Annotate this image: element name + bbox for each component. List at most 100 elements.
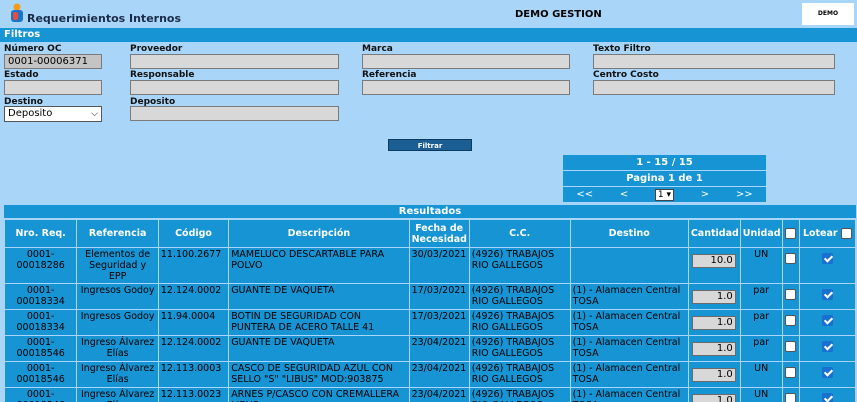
- table-row[interactable]: 0001-00018546 Ingreso Álvarez Elías 12.124…: [5, 336, 855, 361]
- select-all-checkbox[interactable]: [785, 228, 797, 239]
- table-row[interactable]: 0001-00018546Ingreso Álvarez Elías12.113…: [5, 388, 855, 402]
- cell-nro-req: 0001-00018286: [5, 248, 77, 283]
- cell-cantidad: 10.0: [688, 248, 740, 283]
- cell-descripcion: CASCO DE SEGURIDAD AZUL CON SELLO "S" "L…: [229, 362, 409, 387]
- marca-label: Marca: [362, 44, 393, 54]
- cell-select: [782, 336, 799, 361]
- destino-select[interactable]: Deposito ⌵: [4, 106, 102, 122]
- cell-fecha: 23/04/2021: [409, 336, 469, 361]
- centro-costo-input[interactable]: [593, 80, 835, 95]
- app-logo-icon: [11, 3, 23, 22]
- row-select-checkbox[interactable]: [785, 341, 797, 352]
- lotear-checkbox[interactable]: [821, 393, 833, 402]
- col-codigo[interactable]: Código: [158, 220, 229, 247]
- cell-codigo: 12.113.0003: [158, 362, 229, 387]
- cell-referencia: Ingreso Álvarez Elías: [77, 362, 158, 387]
- cell-referencia: Ingresos Godoy: [77, 284, 158, 309]
- results-header: Resultados: [4, 205, 856, 218]
- texto-filtro-input[interactable]: [593, 54, 835, 69]
- estado-input[interactable]: [4, 80, 102, 95]
- cell-cantidad: 1.0: [688, 388, 740, 402]
- cell-nro-req: 0001-00018546: [5, 388, 77, 402]
- prev-page-button[interactable]: <: [620, 187, 628, 202]
- row-select-checkbox[interactable]: [785, 315, 797, 326]
- results-table: Nro. Req. Referencia Código Descripción …: [4, 219, 856, 402]
- table-row[interactable]: 0001-00018546Ingreso Álvarez Elías12.113…: [5, 362, 855, 387]
- cantidad-input[interactable]: 10.0: [691, 254, 736, 268]
- company-logo: DEMO GESTION: [802, 3, 854, 39]
- cell-cc: (4926) TRABAJOS RIO GALLEGOS: [469, 362, 570, 387]
- cell-lotear: [799, 362, 855, 387]
- cell-lotear: [799, 388, 855, 402]
- proveedor-input[interactable]: [130, 54, 339, 69]
- col-cc[interactable]: C.C.: [469, 220, 570, 247]
- filtrar-button[interactable]: Filtrar: [388, 139, 472, 151]
- col-lotear-label: Lotear: [802, 228, 838, 239]
- next-page-button[interactable]: >: [701, 187, 709, 202]
- col-nro-req[interactable]: Nro. Req.: [5, 220, 77, 247]
- cell-nro-req: 0001-00018334: [5, 310, 77, 335]
- table-row[interactable]: 0001-00018286 Elementos de Seguridad y EP…: [5, 248, 855, 283]
- lotear-all-checkbox[interactable]: [840, 228, 852, 239]
- cell-select: [782, 362, 799, 387]
- col-fecha-necesidad[interactable]: Fecha de Necesidad: [409, 220, 469, 247]
- cell-cantidad: 1.0: [688, 336, 740, 361]
- deposito-input[interactable]: [130, 106, 339, 121]
- pagination-nav: << < 1 ▾ > >>: [563, 187, 766, 202]
- cell-destino: (1) - Alamacen Central TOSA: [570, 336, 688, 361]
- cantidad-input[interactable]: 1.0: [691, 316, 736, 330]
- referencia-input[interactable]: [362, 80, 570, 95]
- cell-unidad: UN: [740, 362, 782, 387]
- estado-label: Estado: [4, 70, 39, 80]
- col-unidad[interactable]: Unidad: [740, 220, 782, 247]
- cell-lotear: [799, 336, 855, 361]
- cell-nro-req: 0001-00018546: [5, 336, 77, 361]
- cell-fecha: 17/03/2021: [409, 310, 469, 335]
- col-referencia[interactable]: Referencia: [77, 220, 158, 247]
- col-destino[interactable]: Destino: [570, 220, 688, 247]
- col-cantidad[interactable]: Cantidad: [688, 220, 740, 247]
- page-select[interactable]: 1 ▾: [654, 188, 675, 201]
- cell-destino: (1) - Alamacen Central TOSA: [570, 284, 688, 309]
- row-select-checkbox[interactable]: [785, 393, 797, 402]
- last-page-button[interactable]: >>: [736, 187, 753, 202]
- lotear-checkbox[interactable]: [821, 315, 833, 326]
- responsable-input[interactable]: [130, 80, 339, 95]
- pagination: 1 - 15 / 15 Pagina 1 de 1 << < 1 ▾ > >>: [563, 155, 766, 203]
- lotear-checkbox[interactable]: [821, 289, 833, 300]
- results-header-row: Nro. Req. Referencia Código Descripción …: [5, 220, 855, 247]
- cantidad-input[interactable]: 1.0: [691, 342, 736, 356]
- table-row[interactable]: 0001-00018334 Ingresos Godoy 11.94.0004 BOT…: [5, 310, 855, 335]
- table-row[interactable]: 0001-00018334 Ingresos Godoy 12.124.0002 GU…: [5, 284, 855, 309]
- numero-oc-input[interactable]: 0001-00006371: [4, 54, 102, 69]
- cell-unidad: par: [740, 310, 782, 335]
- numero-oc-label: Número OC: [4, 44, 62, 54]
- cell-unidad: UN: [740, 388, 782, 402]
- cell-cantidad: 1.0: [688, 362, 740, 387]
- pagination-page-label: Pagina 1 de 1: [563, 171, 766, 186]
- row-select-checkbox[interactable]: [785, 367, 797, 378]
- cell-referencia: Elementos de Seguridad y EPP: [77, 248, 158, 283]
- cell-cc: (4926) TRABAJOS RIO GALLEGOS: [469, 284, 570, 309]
- first-page-button[interactable]: <<: [576, 187, 593, 202]
- cell-select: [782, 388, 799, 402]
- cell-unidad: par: [740, 284, 782, 309]
- col-descripcion[interactable]: Descripción: [229, 220, 409, 247]
- cell-cc: (4926) TRABAJOS RIO GALLEGOS: [469, 336, 570, 361]
- lotear-checkbox[interactable]: [821, 341, 833, 352]
- lotear-checkbox[interactable]: [821, 253, 833, 264]
- row-select-checkbox[interactable]: [785, 253, 797, 264]
- cell-destino: [570, 248, 688, 283]
- cell-lotear: [799, 310, 855, 335]
- cell-codigo: 12.124.0002: [158, 336, 229, 361]
- cell-codigo: 12.113.0023: [158, 388, 229, 402]
- cantidad-input[interactable]: 1.0: [691, 290, 736, 304]
- cell-descripcion: BOTIN DE SEGURIDAD CON PUNTERA DE ACERO …: [229, 310, 409, 335]
- cantidad-input[interactable]: 1.0: [691, 394, 736, 402]
- filters-section-header: Filtros: [0, 28, 857, 42]
- cantidad-input[interactable]: 1.0: [691, 368, 736, 382]
- row-select-checkbox[interactable]: [785, 289, 797, 300]
- marca-input[interactable]: [362, 54, 570, 69]
- lotear-checkbox[interactable]: [821, 367, 833, 378]
- col-lotear: Lotear: [799, 220, 855, 247]
